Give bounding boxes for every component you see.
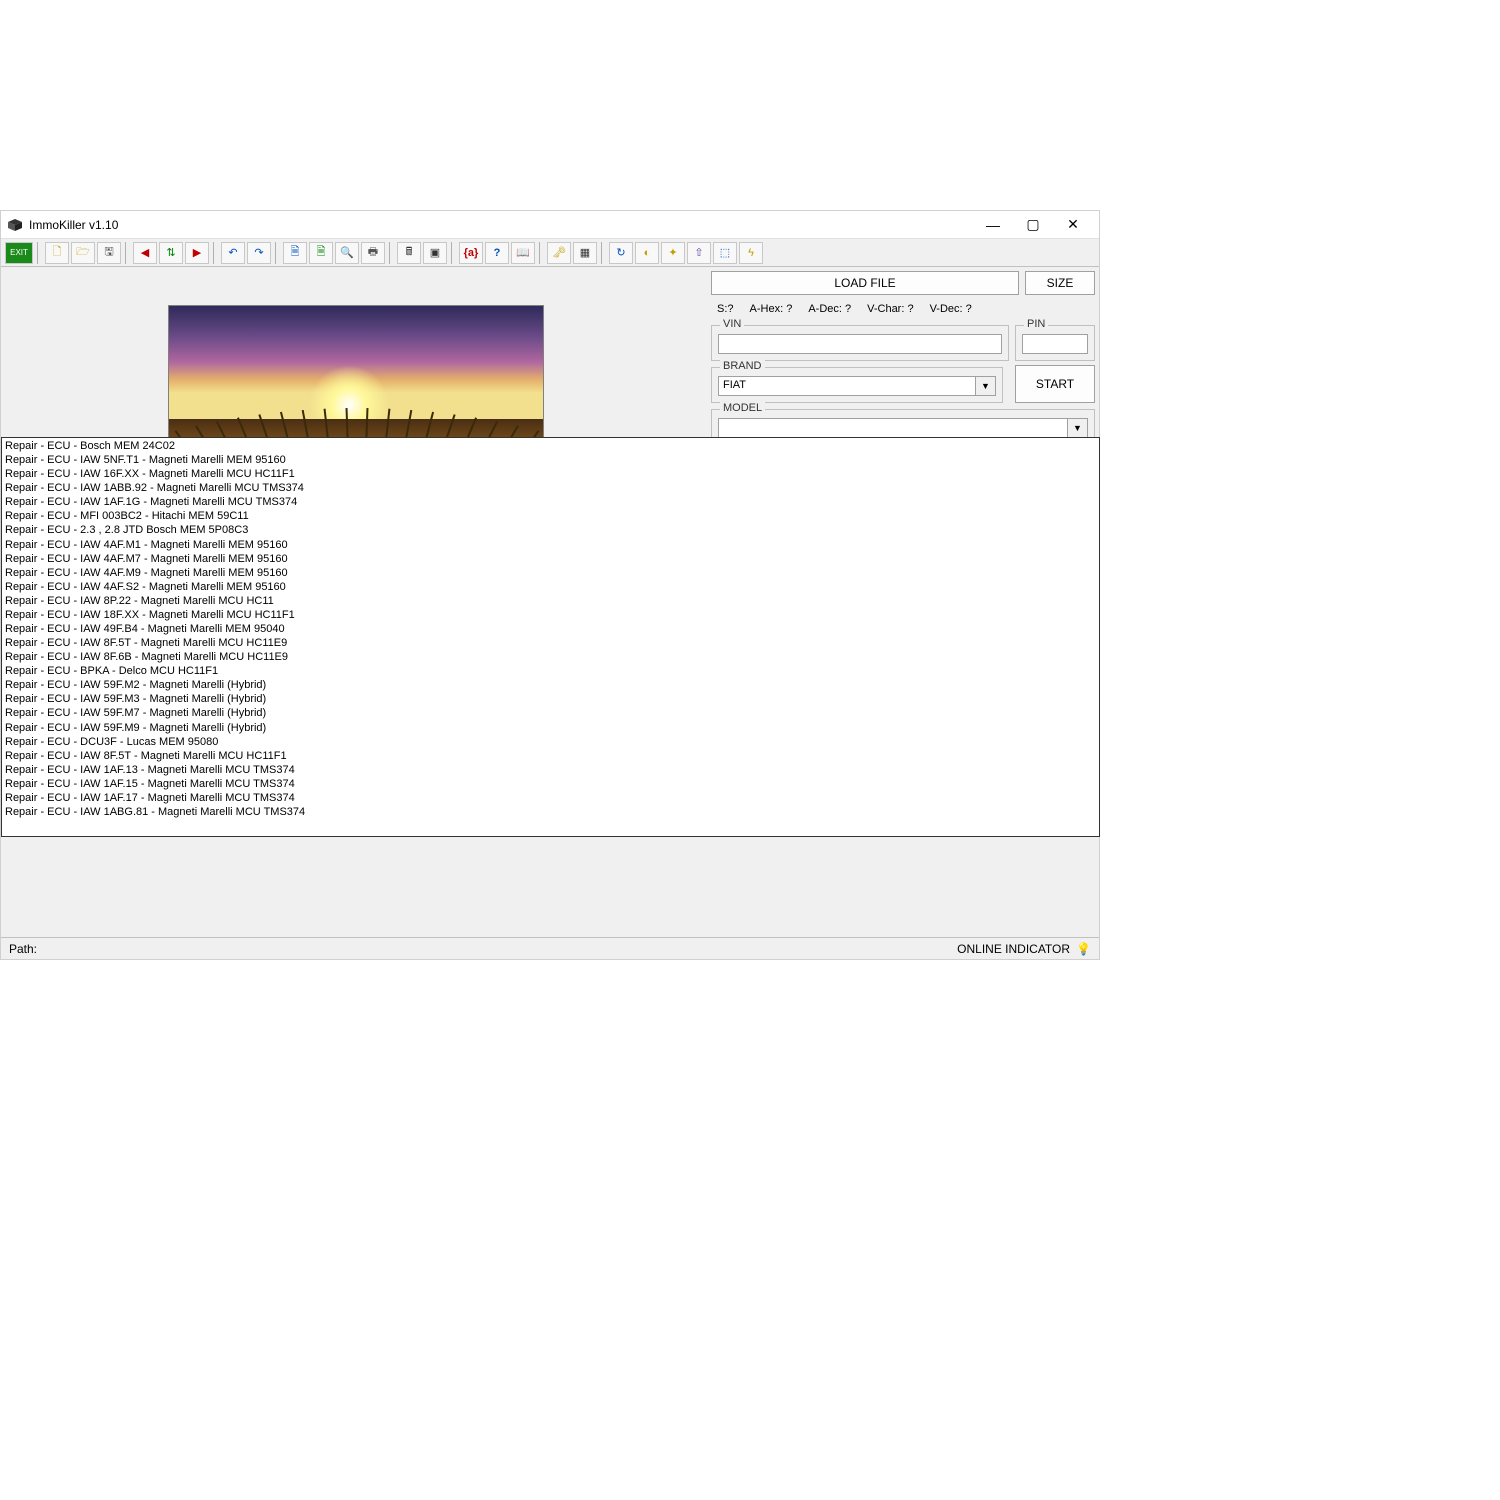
chevron-down-icon[interactable]: ▼: [1068, 418, 1088, 438]
brand-fieldset: BRAND FIAT ▼: [711, 367, 1003, 403]
dropdown-option[interactable]: Repair - ECU - IAW 1AF.15 - Magneti Mare…: [5, 777, 1096, 791]
dropdown-option[interactable]: Repair - ECU - IAW 8F.5T - Magneti Marel…: [5, 749, 1096, 763]
model-combo[interactable]: ▼: [718, 418, 1088, 438]
import-button[interactable]: ◀: [133, 242, 157, 264]
model-value: [718, 418, 1068, 438]
dropdown-option[interactable]: Repair - ECU - Bosch MEM 24C02: [5, 439, 1096, 453]
dropdown-option[interactable]: Repair - ECU - IAW 4AF.M1 - Magneti Mare…: [5, 538, 1096, 552]
dropdown-option[interactable]: Repair - ECU - IAW 59F.M2 - Magneti Mare…: [5, 678, 1096, 692]
export-button[interactable]: ▶: [185, 242, 209, 264]
transfer-button[interactable]: ⇅: [159, 242, 183, 264]
vin-fieldset: VIN: [711, 325, 1009, 361]
dropdown-option[interactable]: Repair - ECU - IAW 5NF.T1 - Magneti Mare…: [5, 453, 1096, 467]
close-button[interactable]: ✕: [1053, 213, 1093, 237]
dropdown-option[interactable]: Repair - ECU - IAW 1ABG.81 - Magneti Mar…: [5, 805, 1096, 819]
dropdown-option[interactable]: Repair - ECU - IAW 1AF.13 - Magneti Mare…: [5, 763, 1096, 777]
dropdown-option[interactable]: Repair - ECU - IAW 18F.XX - Magneti Mare…: [5, 608, 1096, 622]
window-title: ImmoKiller v1.10: [29, 218, 973, 232]
dropdown-option[interactable]: Repair - ECU - IAW 1AF.1G - Magneti Mare…: [5, 495, 1096, 509]
dropdown-option[interactable]: Repair - ECU - IAW 8F.5T - Magneti Marel…: [5, 636, 1096, 650]
dropdown-option[interactable]: Repair - ECU - DCU3F - Lucas MEM 95080: [5, 735, 1096, 749]
content-area: By User: Malcolm V.A.GIMMO 5WK4 678 - HC…: [1, 267, 1099, 937]
dropdown-option[interactable]: Repair - ECU - IAW 16F.XX - Magneti Mare…: [5, 467, 1096, 481]
dropdown-option[interactable]: Repair - ECU - 2.3 , 2.8 JTD Bosch MEM 5…: [5, 523, 1096, 537]
info-vdec: V-Dec: ?: [930, 303, 972, 315]
screen-button[interactable]: ▣: [423, 242, 447, 264]
load-file-button[interactable]: LOAD FILE: [711, 271, 1019, 295]
dropdown-option[interactable]: Repair - ECU - IAW 1AF.17 - Magneti Mare…: [5, 791, 1096, 805]
right-panel: LOAD FILE SIZE S:? A-Hex: ? A-Dec: ? V-C…: [711, 267, 1099, 937]
key-button[interactable]: 🗝: [547, 242, 571, 264]
vin-label: VIN: [720, 318, 744, 330]
app-window: ImmoKiller v1.10 — ▢ ✕ EXIT 🗋 🗁 🖫 ◀ ⇅ ▶ …: [0, 210, 1100, 960]
help-button[interactable]: ?: [485, 242, 509, 264]
online-indicator: ONLINE INDICATOR: [957, 942, 1070, 956]
info-ahex: A-Hex: ?: [750, 303, 793, 315]
pin-fieldset: PIN: [1015, 325, 1095, 361]
minimize-button[interactable]: —: [973, 213, 1013, 237]
path-label: Path:: [9, 942, 957, 956]
brand-value: FIAT: [718, 376, 976, 396]
dropdown-option[interactable]: Repair - ECU - IAW 59F.M7 - Magneti Mare…: [5, 706, 1096, 720]
info-adec: A-Dec: ?: [808, 303, 851, 315]
pin-label: PIN: [1024, 318, 1048, 330]
select-button[interactable]: ⬚: [713, 242, 737, 264]
new-file-button[interactable]: 🗋: [45, 242, 69, 264]
dropdown-option[interactable]: Repair - ECU - IAW 59F.M3 - Magneti Mare…: [5, 692, 1096, 706]
dropdown-option[interactable]: Repair - ECU - BPKA - Delco MCU HC11F1: [5, 664, 1096, 678]
dropdown-option[interactable]: Repair - ECU - IAW 4AF.M7 - Magneti Mare…: [5, 552, 1096, 566]
dropdown-option[interactable]: Repair - ECU - IAW 8P.22 - Magneti Marel…: [5, 594, 1096, 608]
app-icon: [7, 218, 23, 232]
partial-button[interactable]: ◐: [635, 242, 659, 264]
size-button[interactable]: SIZE: [1025, 271, 1095, 295]
reload-button[interactable]: ↻: [609, 242, 633, 264]
dropdown-option[interactable]: Repair - ECU - IAW 8F.6B - Magneti Marel…: [5, 650, 1096, 664]
chip-button[interactable]: ▦: [573, 242, 597, 264]
maximize-button[interactable]: ▢: [1013, 213, 1053, 237]
toolbar: EXIT 🗋 🗁 🖫 ◀ ⇅ ▶ ↶ ↷ 🗎 🗎 🔍 🖶 🖩 ▣ {a} ? 📖…: [1, 239, 1099, 267]
pin-button[interactable]: ⇧: [687, 242, 711, 264]
print-button[interactable]: 🖶: [361, 242, 385, 264]
save-file-button[interactable]: 🖫: [97, 242, 121, 264]
brand-label: BRAND: [720, 360, 765, 372]
spark-button[interactable]: ϟ: [739, 242, 763, 264]
book-button[interactable]: 📖: [511, 242, 535, 264]
calculator-button[interactable]: 🖩: [397, 242, 421, 264]
dropdown-option[interactable]: Repair - ECU - IAW 4AF.M9 - Magneti Mare…: [5, 566, 1096, 580]
chevron-down-icon[interactable]: ▼: [976, 376, 996, 396]
vin-input[interactable]: [718, 334, 1002, 354]
inspect-button[interactable]: 🗎: [283, 242, 307, 264]
statusbar: Path: ONLINE INDICATOR 💡: [1, 937, 1099, 959]
model-dropdown-list[interactable]: Repair - ECU - Bosch MEM 24C02Repair - E…: [1, 437, 1100, 837]
info-s: S:?: [717, 303, 734, 315]
titlebar: ImmoKiller v1.10 — ▢ ✕: [1, 211, 1099, 239]
format-a-button[interactable]: {a}: [459, 242, 483, 264]
redo-button[interactable]: ↷: [247, 242, 271, 264]
info-vchar: V-Char: ?: [867, 303, 913, 315]
start-button[interactable]: START: [1015, 365, 1095, 403]
dropdown-option[interactable]: Repair - ECU - IAW 1ABB.92 - Magneti Mar…: [5, 481, 1096, 495]
brand-combo[interactable]: FIAT ▼: [718, 376, 996, 396]
dropdown-option[interactable]: Repair - ECU - IAW 4AF.S2 - Magneti Mare…: [5, 580, 1096, 594]
info-row: S:? A-Hex: ? A-Dec: ? V-Char: ? V-Dec: ?: [711, 299, 1095, 319]
model-label: MODEL: [720, 402, 765, 414]
window-controls: — ▢ ✕: [973, 213, 1093, 237]
pin-input[interactable]: [1022, 334, 1088, 354]
dropdown-option[interactable]: Repair - ECU - MFI 003BC2 - Hitachi MEM …: [5, 509, 1096, 523]
dropdown-option[interactable]: Repair - ECU - IAW 49F.B4 - Magneti Mare…: [5, 622, 1096, 636]
refresh-doc-button[interactable]: 🗎: [309, 242, 333, 264]
bulb-icon: 💡: [1076, 942, 1091, 956]
open-file-button[interactable]: 🗁: [71, 242, 95, 264]
undo-button[interactable]: ↶: [221, 242, 245, 264]
exit-button[interactable]: EXIT: [5, 242, 33, 264]
find-button[interactable]: 🔍: [335, 242, 359, 264]
new-star-button[interactable]: ✦: [661, 242, 685, 264]
dropdown-option[interactable]: Repair - ECU - IAW 59F.M9 - Magneti Mare…: [5, 721, 1096, 735]
